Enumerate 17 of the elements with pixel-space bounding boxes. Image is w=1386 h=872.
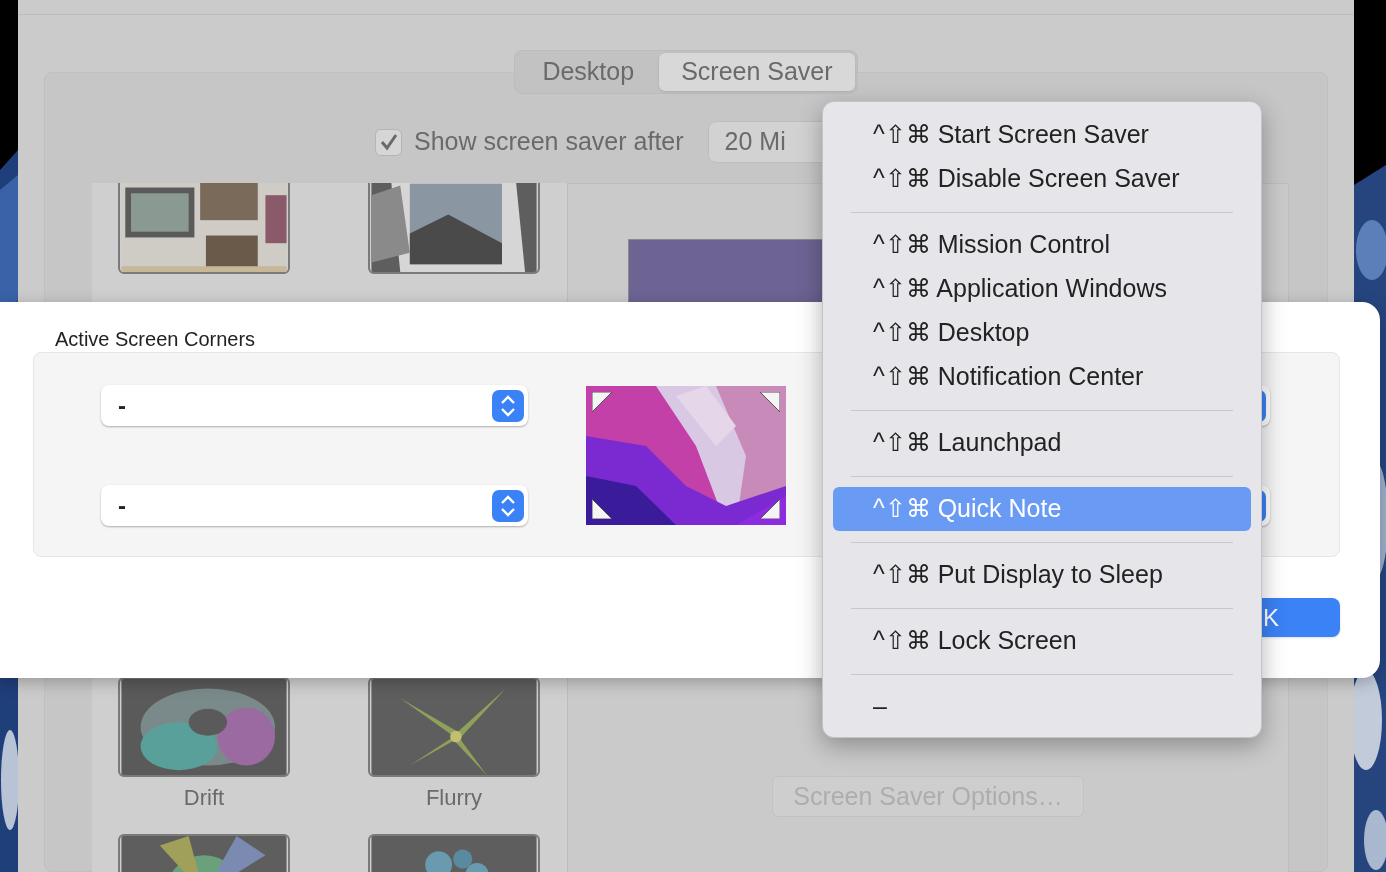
tab[interactable]: Screen Saver: [659, 53, 855, 91]
menu-item[interactable]: ^⇧⌘ Put Display to Sleep: [833, 553, 1251, 597]
sheet-title: Active Screen Corners: [55, 328, 256, 350]
corner-marker-icon: [760, 392, 780, 412]
corner-marker-icon: [760, 499, 780, 519]
menu-item[interactable]: ^⇧⌘ Desktop: [833, 311, 1251, 355]
corner-marker-icon: [592, 392, 612, 412]
checkbox[interactable]: [375, 128, 402, 156]
menu-item[interactable]: ^⇧⌘ Launchpad: [833, 421, 1251, 465]
corner-dropdown[interactable]: -: [101, 385, 528, 426]
menu-item[interactable]: ^⇧⌘ Mission Control: [833, 223, 1251, 267]
menu-item[interactable]: ^⇧⌘ Application Windows: [833, 267, 1251, 311]
menu-item[interactable]: ^⇧⌘ Notification Center: [833, 355, 1251, 399]
corner-dropdown[interactable]: -: [101, 485, 528, 526]
menu-item[interactable]: –: [833, 685, 1251, 729]
checkbox-label: Show screen saver after: [414, 126, 684, 158]
corner-marker-icon: [592, 499, 612, 519]
